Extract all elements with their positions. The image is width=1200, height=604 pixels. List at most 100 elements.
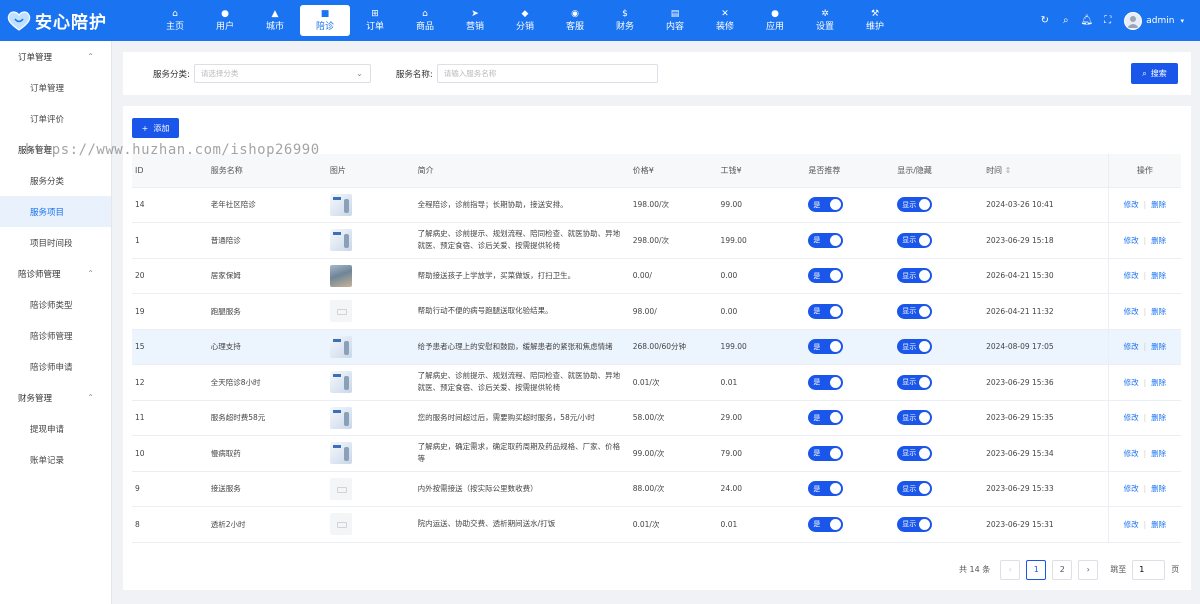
visibility-toggle[interactable]: 显示: [897, 232, 933, 248]
add-button[interactable]: + 添加: [132, 118, 179, 138]
cell-actions: 修改 | 删除: [1107, 222, 1181, 259]
recommend-toggle[interactable]: 是: [808, 374, 844, 390]
main-nav: ⌂ 主页 ● 用户 ▲ 城市 ■ 陪诊 ⊞ 订单 ⌂ 商品 ➤ 营销 ◆ 分销 ◉ 客服 $ 财务 ▤ 内容 ✕ 装修 ● 应用 ✲…: [150, 0, 900, 41]
sidebar-group[interactable]: 陪诊师管理 ⌃: [0, 258, 111, 289]
avatar[interactable]: [1124, 11, 1143, 30]
visibility-toggle[interactable]: 显示: [897, 516, 933, 532]
delete-link[interactable]: 删除: [1151, 200, 1166, 209]
recommend-toggle[interactable]: 是: [808, 445, 844, 461]
sidebar-item[interactable]: 服务项目: [0, 196, 111, 227]
edit-link[interactable]: 修改: [1124, 520, 1139, 529]
nav-item-2[interactable]: ▲ 城市: [250, 5, 300, 36]
delete-link[interactable]: 删除: [1151, 520, 1166, 529]
sidebar-item[interactable]: 项目时间段: [0, 227, 111, 258]
delete-link[interactable]: 删除: [1151, 342, 1166, 351]
nav-item-9[interactable]: $ 财务: [600, 5, 650, 36]
column-header: 图片: [326, 154, 415, 188]
sidebar-group[interactable]: 订单管理 ⌃: [0, 41, 111, 72]
nav-item-14[interactable]: ⚒ 维护: [850, 5, 900, 36]
delete-link[interactable]: 删除: [1151, 484, 1166, 493]
sidebar-item[interactable]: 陪诊师类型: [0, 289, 111, 320]
delete-link[interactable]: 删除: [1151, 413, 1166, 422]
fullscreen-icon[interactable]: ⛶: [1097, 15, 1118, 26]
cart-icon: ⊞: [371, 8, 379, 19]
visibility-toggle[interactable]: 显示: [897, 481, 933, 497]
recommend-toggle[interactable]: 是: [808, 410, 844, 426]
cell-price: 268.00/60分钟: [629, 329, 718, 365]
recommend-toggle[interactable]: 是: [808, 197, 844, 213]
edit-link[interactable]: 修改: [1124, 413, 1139, 422]
sidebar-item[interactable]: 服务分类: [0, 165, 111, 196]
delete-link[interactable]: 删除: [1151, 449, 1166, 458]
recommend-toggle[interactable]: 是: [808, 516, 844, 532]
category-select[interactable]: 请选择分类 ⌄: [193, 64, 371, 83]
nav-item-13[interactable]: ✲ 设置: [800, 5, 850, 36]
sidebar-item[interactable]: 订单管理: [0, 72, 111, 103]
nav-item-12[interactable]: ● 应用: [750, 5, 800, 36]
nav-item-1[interactable]: ● 用户: [200, 5, 250, 36]
nav-item-6[interactable]: ➤ 营销: [450, 5, 500, 36]
bell-icon[interactable]: 🔔︎: [1076, 15, 1097, 26]
search-button[interactable]: ⌕ 搜索: [1131, 63, 1178, 84]
nav-item-0[interactable]: ⌂ 主页: [150, 5, 200, 36]
chevron-down-icon[interactable]: ▾: [1180, 17, 1184, 25]
nav-item-11[interactable]: ✕ 装修: [700, 5, 750, 36]
delete-link[interactable]: 删除: [1151, 378, 1166, 387]
cell-recommend: 是: [805, 435, 895, 472]
edit-link[interactable]: 修改: [1124, 449, 1139, 458]
visibility-toggle[interactable]: 显示: [897, 374, 933, 390]
edit-link[interactable]: 修改: [1124, 200, 1139, 209]
sort-icon[interactable]: ⇕: [1002, 166, 1012, 175]
prev-page-button[interactable]: ‹: [1000, 559, 1021, 580]
sidebar-item[interactable]: 陪诊师申请: [0, 351, 111, 382]
column-header-label: 价格¥: [632, 165, 654, 175]
edit-link[interactable]: 修改: [1124, 484, 1139, 493]
nav-item-5[interactable]: ⌂ 商品: [400, 5, 450, 36]
service-thumbnail: [329, 513, 352, 536]
toggle-label: 是: [813, 271, 821, 280]
visibility-toggle[interactable]: 显示: [897, 445, 933, 461]
sidebar-group[interactable]: 服务管理: [0, 134, 111, 165]
visibility-toggle[interactable]: 显示: [897, 410, 933, 426]
nav-item-10[interactable]: ▤ 内容: [650, 5, 700, 36]
sidebar-item[interactable]: 账单记录: [0, 444, 111, 475]
service-name-input[interactable]: [436, 64, 658, 83]
search-icon[interactable]: ⌕: [1055, 15, 1076, 26]
sidebar-item[interactable]: 订单评价: [0, 103, 111, 134]
sidebar-item[interactable]: 提现申请: [0, 413, 111, 444]
visibility-toggle[interactable]: 显示: [897, 303, 933, 319]
recommend-toggle[interactable]: 是: [808, 481, 844, 497]
cell-image: [326, 258, 415, 294]
edit-link[interactable]: 修改: [1124, 271, 1139, 280]
delete-link[interactable]: 删除: [1151, 236, 1166, 245]
user-name[interactable]: admin: [1146, 16, 1174, 26]
visibility-toggle[interactable]: 显示: [897, 339, 933, 355]
jump-page-input[interactable]: [1132, 559, 1166, 580]
visibility-toggle[interactable]: 显示: [897, 197, 933, 213]
home-icon: ⌂: [172, 8, 178, 19]
delete-link[interactable]: 删除: [1151, 271, 1166, 280]
sidebar-group[interactable]: 财务管理 ⌃: [0, 382, 111, 413]
recommend-toggle[interactable]: 是: [808, 303, 844, 319]
edit-link[interactable]: 修改: [1124, 342, 1139, 351]
nav-item-4[interactable]: ⊞ 订单: [350, 5, 400, 36]
nav-item-7[interactable]: ◆ 分销: [500, 5, 550, 36]
page-1-button[interactable]: 1: [1026, 559, 1047, 580]
heart-logo-icon: [5, 10, 33, 32]
delete-link[interactable]: 删除: [1151, 307, 1166, 316]
refresh-icon[interactable]: ↻: [1034, 15, 1055, 26]
visibility-toggle[interactable]: 显示: [897, 268, 933, 284]
nav-item-8[interactable]: ◉ 客服: [550, 5, 600, 36]
sidebar-item[interactable]: 陪诊师管理: [0, 320, 111, 351]
brand-logo[interactable]: 安心陪护: [0, 0, 150, 41]
next-page-button[interactable]: ›: [1078, 559, 1099, 580]
edit-link[interactable]: 修改: [1124, 378, 1139, 387]
recommend-toggle[interactable]: 是: [808, 268, 844, 284]
page-2-button[interactable]: 2: [1052, 559, 1073, 580]
nav-item-3[interactable]: ■ 陪诊: [300, 5, 350, 36]
recommend-toggle[interactable]: 是: [808, 339, 844, 355]
edit-link[interactable]: 修改: [1124, 307, 1139, 316]
recommend-toggle[interactable]: 是: [808, 232, 844, 248]
table-row: 15 心理支持 给予患者心理上的安慰和鼓励，缓解患者的紧张和焦虑情绪 268.00/6…: [132, 329, 1181, 365]
edit-link[interactable]: 修改: [1124, 236, 1139, 245]
